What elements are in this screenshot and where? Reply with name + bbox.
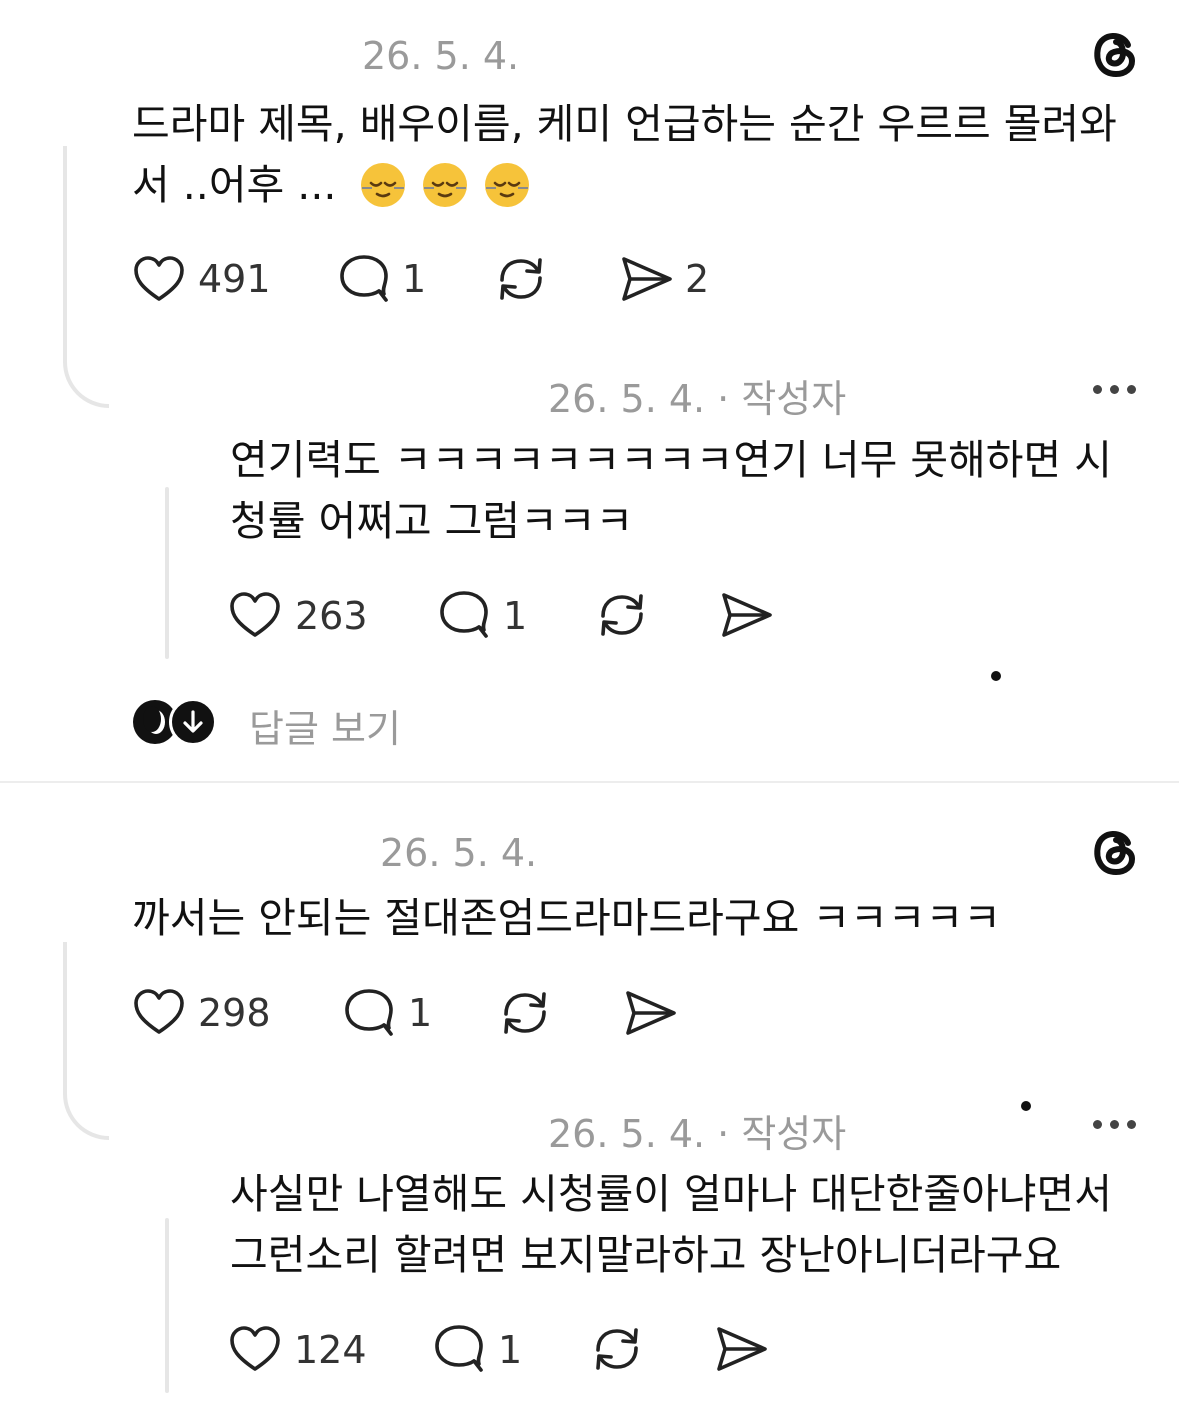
threads-logo-icon[interactable] — [1090, 826, 1140, 878]
view-replies-button[interactable]: 답글 보기 — [133, 698, 433, 751]
repost-icon[interactable] — [590, 1324, 644, 1374]
view-replies-label: 답글 보기 — [249, 707, 401, 751]
threads-logo-icon[interactable] — [1090, 28, 1140, 80]
send-icon[interactable] — [715, 1324, 769, 1374]
heart-icon[interactable] — [133, 255, 185, 303]
comment-bubble-icon[interactable] — [438, 590, 492, 640]
comment-bubble-icon[interactable] — [433, 1324, 487, 1374]
reply-count: 1 — [408, 991, 433, 1035]
reply-date-author: 26. 5. 4. · 작성자 — [548, 377, 847, 421]
send-icon[interactable] — [620, 254, 674, 304]
like-count: 491 — [198, 257, 271, 301]
reply-count: 1 — [503, 594, 528, 638]
heart-icon[interactable] — [133, 988, 185, 1036]
post-date: 26. 5. 4. — [362, 34, 520, 78]
comment-bubble-icon[interactable] — [343, 988, 397, 1038]
reply-text: 사실만 나열해도 시청률이 얼마나 대단한줄아냐면서 그런소리 할려면 보지말라… — [230, 1170, 1112, 1279]
reply-thread-line — [165, 487, 169, 659]
share-count: 2 — [685, 257, 710, 301]
relieved-face-icon — [361, 163, 406, 207]
more-dots-icon[interactable] — [1093, 385, 1136, 394]
send-icon[interactable] — [624, 988, 678, 1038]
reply-count: 1 — [402, 257, 427, 301]
heart-icon[interactable] — [229, 591, 281, 639]
post-text-content: 드라마 제목, 배우이름, 케미 언급하는 순간 우르르 몰려와서 ..어후 .… — [132, 100, 1117, 209]
thread-connector — [63, 146, 109, 408]
comment-bubble-icon[interactable] — [338, 254, 392, 304]
stray-dot — [991, 671, 1001, 681]
like-count: 263 — [295, 594, 368, 638]
repost-icon[interactable] — [498, 988, 552, 1038]
stray-dot — [1021, 1101, 1031, 1111]
reply-date-author: 26. 5. 4. · 작성자 — [548, 1112, 847, 1156]
post-divider — [0, 781, 1179, 783]
reply-count: 1 — [498, 1328, 523, 1372]
reply-thread-line — [165, 1218, 169, 1393]
repost-icon[interactable] — [494, 254, 548, 304]
post-text: 드라마 제목, 배우이름, 케미 언급하는 순간 우르르 몰려와서 ..어후 .… — [132, 94, 1142, 216]
send-icon[interactable] — [720, 590, 774, 640]
relieved-face-icon — [485, 163, 530, 207]
more-dots-icon[interactable] — [1093, 1120, 1136, 1129]
like-count: 124 — [294, 1328, 367, 1372]
reply-text: 연기력도 ㅋㅋㅋㅋㅋㅋㅋㅋㅋ연기 너무 못해하면 시청률 어쩌고 그럼ㅋㅋㅋ — [230, 436, 1112, 545]
repost-icon[interactable] — [595, 590, 649, 640]
thread-connector — [63, 942, 109, 1140]
post-text: 까서는 안되는 절대존엄드라마드라구요 ㅋㅋㅋㅋㅋ — [132, 894, 1001, 942]
post-date: 26. 5. 4. — [380, 831, 538, 875]
heart-icon[interactable] — [229, 1325, 281, 1373]
arrow-down-icon — [169, 698, 217, 746]
relieved-face-icon — [423, 163, 468, 207]
like-count: 298 — [198, 991, 271, 1035]
